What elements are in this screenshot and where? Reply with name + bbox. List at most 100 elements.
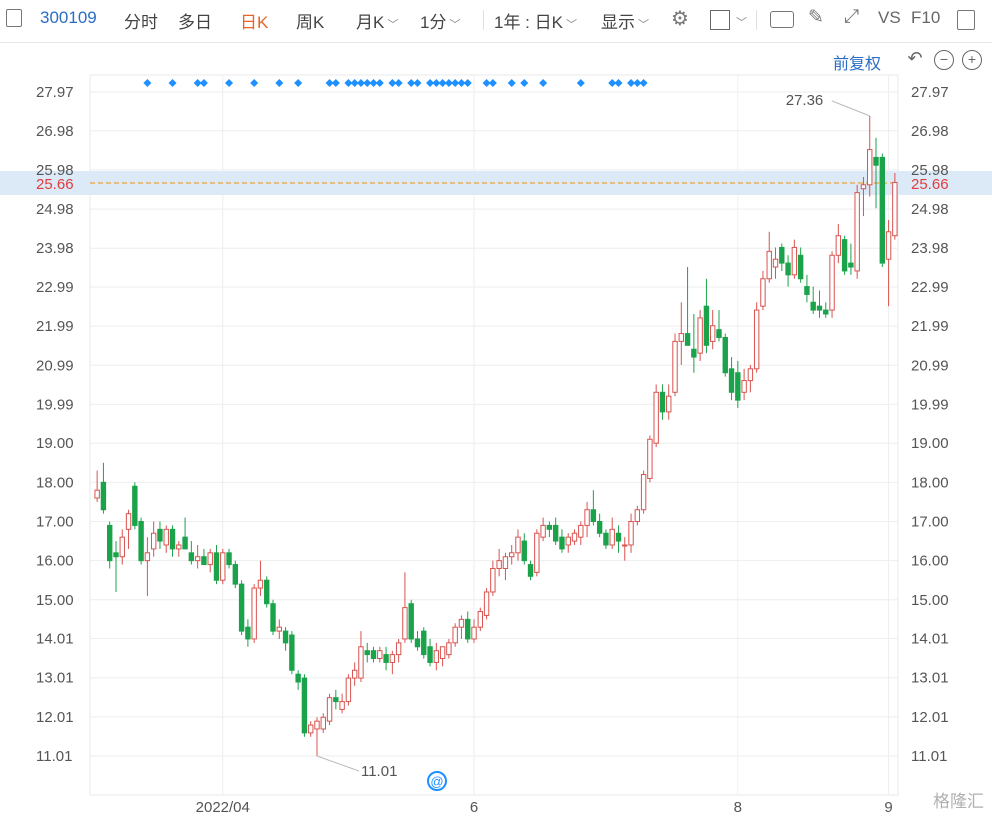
y-tick-label: 23.98 [911, 240, 949, 257]
y-tick-label: 20.99 [36, 357, 74, 374]
candle-down [816, 305, 823, 311]
candle-down [270, 603, 276, 632]
candle-down [107, 524, 113, 562]
y-tick-label: 11.01 [36, 748, 72, 765]
candle-down [823, 309, 829, 315]
candle-up [389, 654, 396, 663]
y-tick-label: 24.98 [911, 201, 949, 218]
event-marker[interactable] [168, 79, 177, 87]
candle-down [785, 262, 791, 276]
candle-down [264, 579, 270, 605]
candle-up [496, 560, 502, 569]
x-axis: 2022/04 6 8 9 [196, 799, 893, 816]
candle-down [157, 528, 163, 542]
y-tick-label: 27.97 [911, 84, 949, 101]
candle-down [465, 618, 471, 640]
high-label: 27.36 [786, 92, 824, 109]
candle-up [351, 669, 358, 679]
candle-up [163, 528, 169, 546]
event-marker[interactable] [331, 79, 340, 87]
candle-down [779, 246, 785, 264]
candle-down [879, 156, 885, 264]
candle-up [119, 536, 125, 558]
candle-up [747, 368, 754, 382]
candle-up [150, 532, 157, 550]
candle-up [402, 607, 408, 640]
candle-up [760, 278, 766, 307]
event-marker[interactable] [520, 79, 529, 87]
candle-up [94, 489, 100, 499]
high-annotation-line [831, 100, 870, 117]
y-tick-label: 16.00 [911, 553, 949, 570]
watermark: 格隆汇 [933, 787, 984, 812]
candle-up [854, 192, 860, 272]
event-marker[interactable] [488, 79, 497, 87]
candle-down [552, 524, 559, 542]
event-marker[interactable] [639, 79, 648, 87]
y-tick-label: 11.01 [911, 748, 947, 765]
y-tick-label: 22.99 [911, 279, 949, 296]
candle-down [282, 630, 289, 644]
candle-down [691, 348, 697, 358]
y-tick-label: 15.00 [911, 592, 949, 609]
candle-down [427, 646, 433, 663]
y-tick-label: 27.97 [36, 84, 74, 101]
candle-down [226, 552, 232, 566]
candle-up [772, 258, 779, 268]
candle-up [710, 325, 716, 342]
candle-up [791, 246, 798, 276]
candle-up [194, 556, 201, 562]
candle-up [753, 309, 760, 370]
candle-down [100, 481, 107, 511]
candle-up [565, 536, 571, 546]
candle-up [207, 552, 213, 566]
event-marker[interactable] [413, 79, 422, 87]
candle-up [320, 716, 326, 730]
candle-down [213, 552, 220, 581]
candle-up [220, 552, 226, 581]
candle-up [609, 528, 615, 546]
candle-up [885, 231, 892, 260]
y-tick-label: 15.00 [36, 592, 74, 609]
candle-up [339, 701, 345, 710]
candle-up [678, 333, 684, 342]
event-marker[interactable] [539, 79, 548, 87]
candle-up [628, 520, 634, 546]
event-marker[interactable] [275, 79, 284, 87]
candle-up [314, 720, 320, 730]
candle-up [125, 513, 132, 530]
y-tick-label: 17.00 [911, 513, 949, 530]
candle-down [596, 520, 603, 534]
candle-up [892, 181, 898, 237]
event-marker[interactable] [507, 79, 516, 87]
event-marker[interactable] [614, 79, 623, 87]
candle-up [433, 650, 440, 663]
candle-down [559, 536, 565, 550]
candle-down [804, 286, 810, 295]
candle-down [245, 626, 251, 640]
event-marker[interactable] [250, 79, 259, 87]
y-tick-label: 23.98 [36, 240, 74, 257]
event-marker[interactable] [576, 79, 585, 87]
candle-up [502, 556, 509, 569]
candle-down [797, 254, 804, 280]
event-marker[interactable] [463, 79, 472, 87]
candle-up [257, 579, 264, 589]
candlestick-chart[interactable]: 11.01 12.01 13.01 14.01 15.00 16.00 17.00 18.00… [0, 0, 992, 818]
event-at-icon[interactable]: @ [430, 774, 443, 789]
event-marker[interactable] [143, 79, 152, 87]
event-marker[interactable] [375, 79, 384, 87]
candle-up [326, 697, 333, 722]
y-tick-label: 12.01 [911, 709, 949, 726]
candle-down [521, 540, 527, 562]
event-marker[interactable] [294, 79, 303, 87]
event-marker[interactable] [225, 79, 234, 87]
x-tick-label: 6 [470, 799, 478, 816]
y-tick-label: 21.99 [911, 318, 949, 335]
y-tick-label: 21.99 [36, 318, 74, 335]
candles [94, 115, 898, 756]
candle-up [867, 149, 873, 186]
event-marker[interactable] [199, 79, 208, 87]
candle-down [527, 564, 534, 577]
event-marker[interactable] [394, 79, 403, 87]
